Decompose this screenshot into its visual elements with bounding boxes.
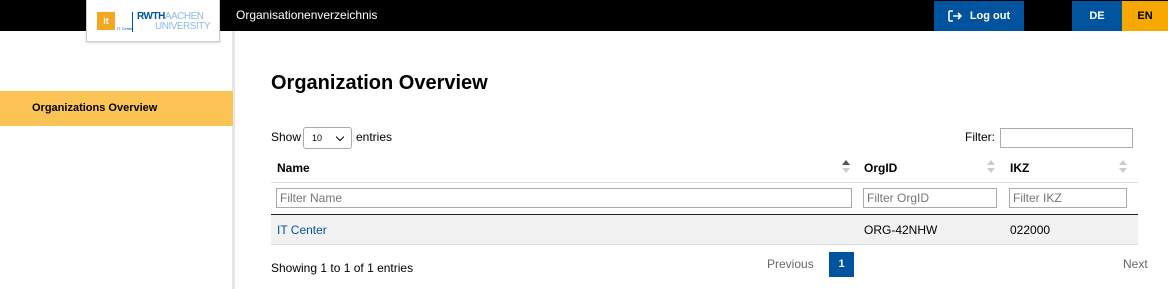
entries-label: entries (356, 130, 393, 144)
sort-icon[interactable] (987, 160, 995, 174)
sort-ascending-icon[interactable] (842, 160, 850, 174)
logo-divider (132, 12, 133, 32)
logo[interactable]: it IT Center RWTHAACHEN UNIVERSITY (86, 0, 220, 42)
rwth-logo-university: UNIVERSITY (155, 21, 211, 32)
language-en-button[interactable]: EN (1122, 1, 1168, 31)
logout-icon (948, 10, 962, 22)
global-filter-input[interactable] (1000, 128, 1133, 148)
column-header-name[interactable]: Name (277, 161, 310, 175)
page-title: Organization Overview (271, 72, 488, 94)
logout-label: Log out (969, 10, 1011, 22)
app-title: Organisationenverzeichnis (236, 8, 378, 22)
show-label: Show (271, 130, 302, 144)
table-row[interactable] (271, 215, 1138, 245)
cell-name-link[interactable]: IT Center (277, 223, 327, 237)
name-filter-input[interactable]: Filter Name (276, 188, 852, 208)
entries-select-value: 10 (312, 133, 323, 143)
entries-per-page-select[interactable]: 10 (303, 127, 352, 149)
cell-orgid: ORG-42NHW (864, 223, 938, 237)
pagination-page-button[interactable]: 1 (829, 252, 854, 277)
cell-ikz: 022000 (1010, 223, 1051, 237)
language-de-button[interactable]: DE (1072, 1, 1122, 31)
table-info: Showing 1 to 1 of 1 entries (271, 261, 414, 275)
orgid-filter-input[interactable]: Filter OrgID (863, 188, 997, 208)
sort-icon[interactable] (1119, 160, 1127, 174)
header-divider (271, 182, 1138, 183)
chevron-down-icon (335, 132, 345, 142)
sidebar-item-organizations-overview[interactable]: Organizations Overview (0, 91, 233, 126)
pagination-next-button[interactable]: Next (1123, 257, 1148, 271)
it-center-logo-mark: it (97, 12, 115, 30)
column-header-orgid[interactable]: OrgID (864, 161, 897, 175)
column-header-ikz[interactable]: IKZ (1010, 161, 1029, 175)
pagination-previous-button[interactable]: Previous (767, 257, 814, 271)
logout-button[interactable]: Log out (934, 1, 1024, 31)
filter-label: Filter: (965, 130, 995, 144)
sidebar: Organizations Overview (0, 31, 235, 289)
ikz-filter-input[interactable]: Filter IKZ (1009, 188, 1127, 208)
